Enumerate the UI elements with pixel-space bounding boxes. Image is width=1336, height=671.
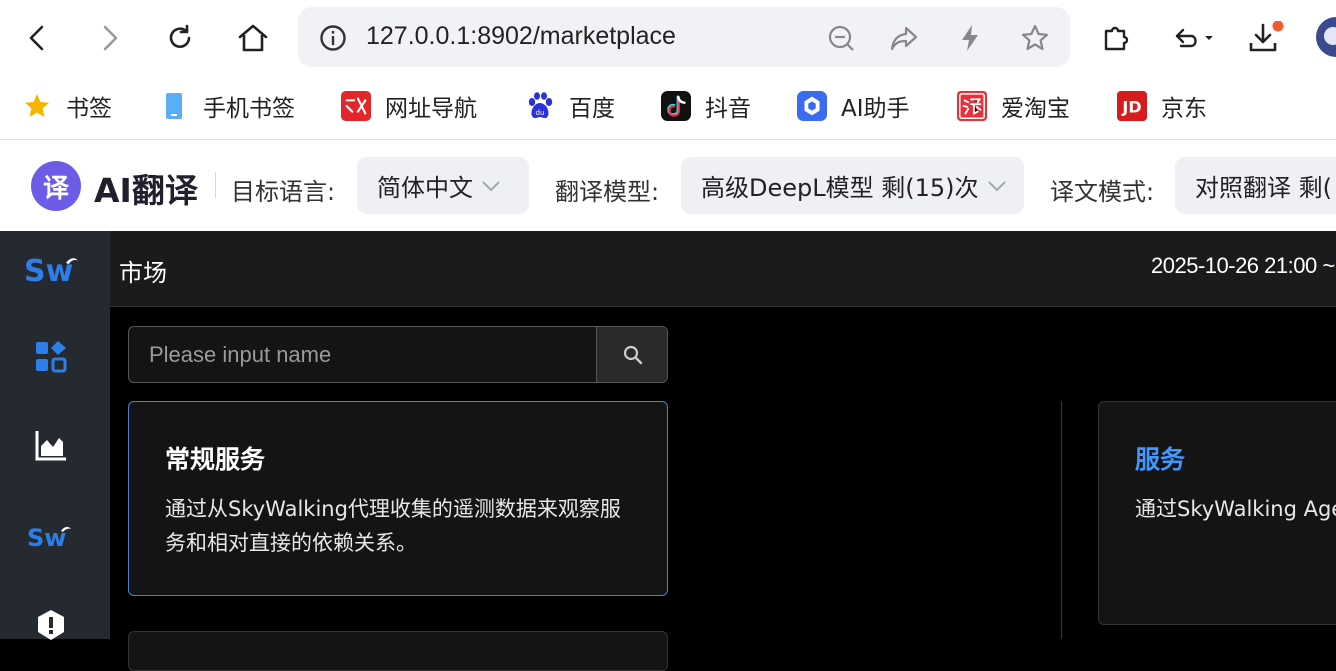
undo-menu-button[interactable] (1170, 18, 1220, 58)
bookmark-item-baidu[interactable]: du 百度 (525, 88, 615, 124)
chevron-down-icon (987, 179, 1007, 193)
zoom-out-icon[interactable] (826, 23, 856, 53)
layer-card-next[interactable] (128, 631, 668, 671)
bookmark-item-ai-assistant[interactable]: AI助手 (797, 88, 910, 124)
translator-divider (215, 172, 216, 198)
target-language-select[interactable]: 简体中文 (357, 157, 529, 214)
back-button[interactable] (17, 18, 57, 58)
translation-model-label: 翻译模型: (555, 178, 660, 206)
search-box (128, 326, 668, 383)
sidebar-item-dashboard[interactable] (31, 425, 71, 465)
download-icon (1249, 21, 1284, 52)
svg-text:JD: JD (1121, 98, 1141, 117)
reload-button[interactable] (160, 18, 200, 58)
search-icon (623, 345, 642, 364)
extensions-button[interactable] (1096, 18, 1136, 58)
puzzle-icon (1104, 26, 1129, 51)
column-divider (1061, 401, 1062, 639)
nav-site-icon (341, 91, 371, 121)
bookmarks-bar: 书签 手机书签 网址导航 du 百度 抖音 AI助手 爱淘宝 JD 京东 (0, 76, 1336, 140)
translation-mode-label: 译文模式: (1050, 178, 1155, 206)
bookmark-item-nav[interactable]: 网址导航 (341, 88, 477, 124)
target-language-label: 目标语言: (231, 178, 336, 206)
jd-icon: JD (1117, 91, 1147, 121)
skywalking-logo[interactable]: Sw (24, 249, 80, 289)
reload-icon (169, 24, 191, 48)
browser-toolbar: 127.0.0.1:8902/marketplace (0, 0, 1336, 76)
home-icon (238, 24, 268, 52)
star-icon (22, 91, 52, 121)
bookmark-star-icon[interactable] (1020, 23, 1050, 53)
lightning-icon[interactable] (955, 23, 985, 53)
home-button[interactable] (233, 18, 273, 58)
target-language-value: 简体中文 (377, 174, 473, 202)
translator-logo: 译 (31, 161, 81, 211)
time-range-picker[interactable]: 2025-10-26 21:00 ~ (1151, 253, 1335, 279)
search-input[interactable] (129, 327, 596, 382)
taobao-icon (957, 91, 987, 121)
sidebar-item-marketplace[interactable] (31, 337, 71, 377)
back-arrow-icon (29, 25, 44, 51)
shield-alert-icon (38, 610, 64, 640)
bookmark-item-jd[interactable]: JD 京东 (1117, 88, 1207, 124)
layer-card-service[interactable]: 服务 通过SkyWalking Agen (1098, 401, 1336, 625)
bookmark-item-phone[interactable]: 手机书签 (159, 88, 295, 124)
translation-toolbar: 译 AI翻译 目标语言: 简体中文 翻译模型: 高级DeepL模型 剩(15)次… (0, 140, 1336, 231)
undo-icon (1175, 28, 1213, 48)
profile-avatar[interactable] (1316, 17, 1336, 57)
svg-text:Sw: Sw (27, 524, 66, 552)
translation-mode-value: 对照翻译 剩( (1195, 174, 1332, 202)
app-sidebar: Sw Sw (0, 231, 110, 640)
translation-model-select[interactable]: 高级DeepL模型 剩(15)次 (681, 157, 1024, 214)
layer-card-general-service[interactable]: 常规服务 通过从SkyWalking代理收集的遥测数据来观察服务和相对直接的依赖… (128, 401, 668, 596)
phone-icon (159, 91, 189, 121)
ai-assistant-icon (797, 91, 827, 121)
bookmark-item-taobao[interactable]: 爱淘宝 (957, 88, 1070, 124)
url-text[interactable]: 127.0.0.1:8902/marketplace (366, 22, 676, 51)
share-icon[interactable] (889, 23, 919, 53)
translation-model-value: 高级DeepL模型 剩(15)次 (701, 174, 979, 202)
downloads-button[interactable] (1246, 18, 1286, 58)
search-button[interactable] (596, 327, 667, 382)
site-info-icon[interactable] (318, 23, 348, 53)
app-header: 市场 2025-10-26 21:00 ~ (110, 231, 1336, 307)
svg-text:du: du (536, 109, 545, 117)
svg-text:Sw: Sw (24, 254, 73, 289)
sidebar-item-skywalking[interactable]: Sw (27, 517, 75, 557)
card-title: 服务 (1135, 445, 1186, 474)
forward-arrow-icon (103, 25, 118, 51)
sidebar-item-alerting[interactable] (31, 605, 71, 645)
forward-button[interactable] (90, 18, 130, 58)
bookmark-item-douyin[interactable]: 抖音 (661, 88, 751, 124)
marketplace-content: 常规服务 通过从SkyWalking代理收集的遥测数据来观察服务和相对直接的依赖… (110, 307, 1336, 671)
baidu-icon: du (525, 91, 555, 121)
page-title: 市场 (119, 259, 167, 287)
card-description: 通过从SkyWalking代理收集的遥测数据来观察服务和相对直接的依赖关系。 (165, 497, 621, 555)
marketplace-icon (36, 341, 67, 373)
area-chart-icon (35, 431, 66, 461)
chevron-down-icon (481, 179, 501, 193)
address-bar[interactable]: 127.0.0.1:8902/marketplace (298, 7, 1070, 67)
douyin-icon (661, 91, 691, 121)
translator-title: AI翻译 (94, 171, 198, 210)
card-description: 通过SkyWalking Agen (1135, 497, 1336, 521)
card-title: 常规服务 (165, 445, 266, 474)
bookmark-item-shuqian[interactable]: 书签 (22, 88, 112, 124)
translation-mode-select[interactable]: 对照翻译 剩( (1175, 157, 1336, 214)
skywalking-icon: Sw (27, 524, 71, 552)
